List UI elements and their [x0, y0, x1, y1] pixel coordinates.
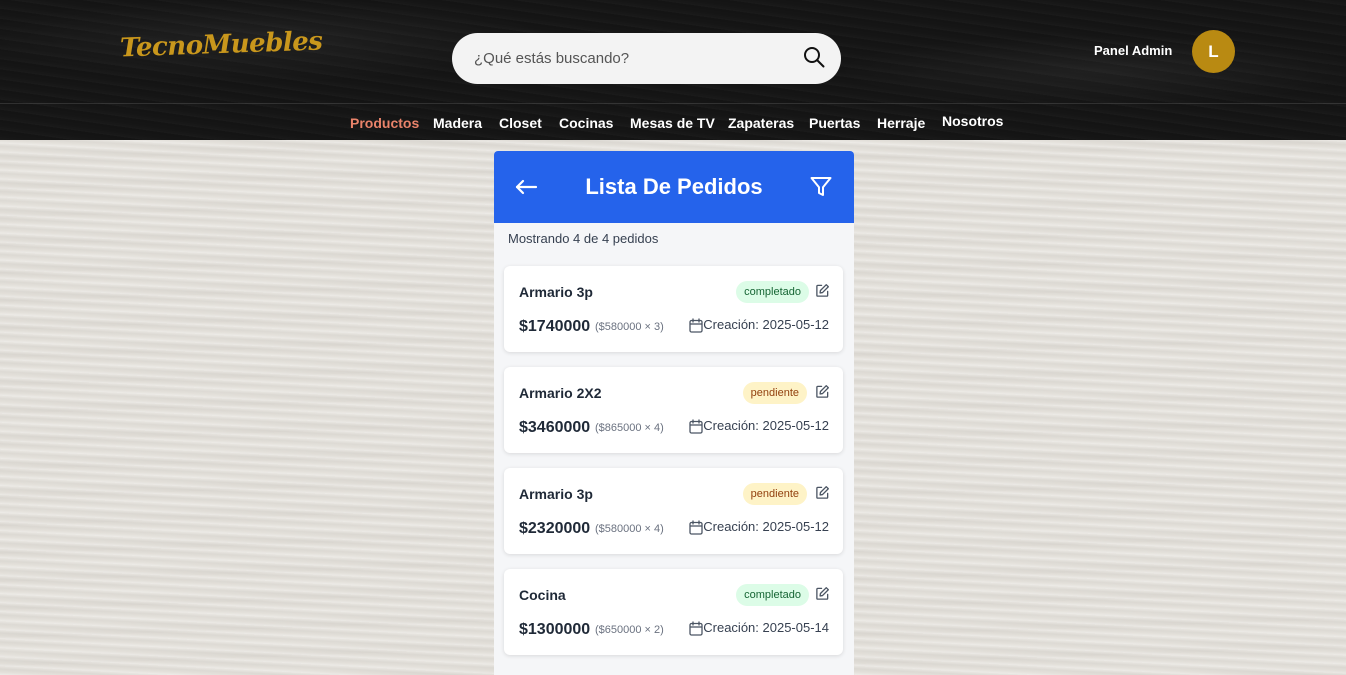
nav-item-nosotros[interactable]: Nosotros [942, 113, 1003, 129]
admin-panel-link[interactable]: Panel Admin [1094, 43, 1172, 58]
edit-icon[interactable] [815, 384, 830, 404]
order-date: Creación: 2025-05-12 [703, 317, 829, 332]
orders-panel: Lista De Pedidos Mostrando 4 de 4 pedido… [494, 151, 854, 675]
order-card[interactable]: Armario 2X2 pendiente $3460000 ($865000 … [504, 367, 843, 453]
status-badge: completado [736, 281, 809, 303]
nav-item-madera[interactable]: Madera [433, 115, 482, 131]
site-header: TecnoMuebles Panel Admin L Productos Mad… [0, 0, 1346, 140]
order-unit-detail: ($580000 × 3) [595, 321, 664, 333]
nav-item-cocinas[interactable]: Cocinas [559, 115, 613, 131]
page-title: Lista De Pedidos [585, 174, 763, 199]
edit-icon[interactable] [815, 283, 830, 303]
search-input[interactable] [474, 45, 784, 71]
status-badge: pendiente [742, 483, 807, 505]
calendar-icon [689, 419, 703, 439]
order-unit-detail: ($580000 × 4) [595, 523, 664, 535]
order-date: Creación: 2025-05-14 [703, 620, 829, 635]
nav-item-productos[interactable]: Productos [350, 115, 419, 131]
header-divider [0, 103, 1346, 104]
order-total: $1300000 [519, 621, 591, 638]
nav-item-closet[interactable]: Closet [499, 115, 542, 131]
calendar-icon [689, 621, 703, 641]
order-name: Armario 3p [519, 284, 593, 300]
main-nav: Productos Madera Closet Cocinas Mesas de… [0, 113, 1346, 133]
search-icon[interactable] [803, 46, 825, 73]
calendar-icon [689, 318, 703, 338]
order-card[interactable]: Cocina completado $1300000 ($650000 × 2)… [504, 569, 843, 655]
site-logo[interactable]: TecnoMuebles [120, 26, 323, 63]
order-unit-detail: ($865000 × 4) [595, 422, 664, 434]
order-card[interactable]: Armario 3p pendiente $2320000 ($580000 ×… [504, 468, 843, 554]
user-avatar[interactable]: L [1192, 30, 1235, 73]
order-date: Creación: 2025-05-12 [703, 418, 829, 433]
order-total: $1740000 [519, 318, 591, 335]
edit-icon[interactable] [815, 485, 830, 505]
order-total: $3460000 [519, 419, 591, 436]
filter-icon[interactable] [809, 175, 833, 204]
order-name: Cocina [519, 587, 566, 603]
orders-panel-header: Lista De Pedidos [494, 151, 854, 223]
search-bar[interactable] [452, 33, 841, 84]
order-name: Armario 2X2 [519, 385, 602, 401]
order-date: Creación: 2025-05-12 [703, 519, 829, 534]
order-total: $2320000 [519, 520, 591, 537]
nav-item-puertas[interactable]: Puertas [809, 115, 860, 131]
orders-count: Mostrando 4 de 4 pedidos [508, 231, 659, 246]
status-badge: completado [736, 584, 809, 606]
order-name: Armario 3p [519, 486, 593, 502]
calendar-icon [689, 520, 703, 540]
nav-item-zapateras[interactable]: Zapateras [728, 115, 794, 131]
status-badge: pendiente [742, 382, 807, 404]
edit-icon[interactable] [815, 586, 830, 606]
nav-item-mesas-de-tv[interactable]: Mesas de TV [630, 115, 715, 131]
order-card[interactable]: Armario 3p completado $1740000 ($580000 … [504, 266, 843, 352]
order-unit-detail: ($650000 × 2) [595, 624, 664, 636]
nav-item-herraje[interactable]: Herraje [877, 115, 925, 131]
